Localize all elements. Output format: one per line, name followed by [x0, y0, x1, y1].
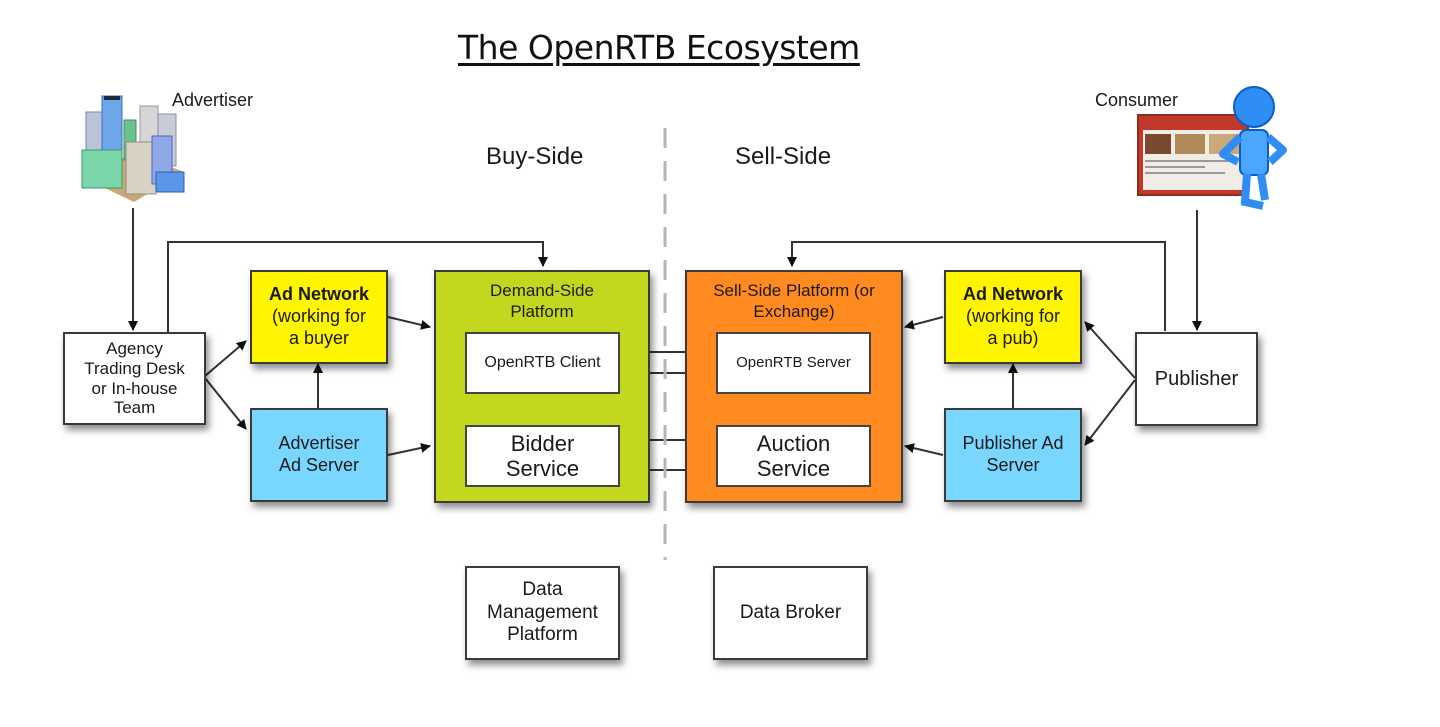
page-title: The OpenRTB Ecosystem	[458, 28, 860, 67]
buildings-icon	[81, 95, 185, 202]
dmp-line: Data	[522, 578, 563, 600]
publisher-ad-server-line: Publisher Ad	[962, 433, 1064, 454]
bidder-service-line: Service	[505, 456, 580, 481]
arrow-adserver-dsp	[387, 442, 431, 456]
ad-network-buyer-node[interactable]: Ad Network (working for a buyer	[250, 270, 388, 364]
ad-network-buyer-line: (working for	[271, 306, 366, 327]
auction-service-line: Service	[756, 456, 831, 481]
bidder-service-line: Bidder	[510, 430, 575, 456]
advertiser-ad-server-line: Ad Server	[278, 455, 360, 475]
ad-network-buyer-line: a buyer	[288, 327, 350, 348]
agency-line: Agency	[106, 339, 163, 359]
advertiser-ad-server-line: Advertiser	[278, 433, 360, 454]
advertiser-ad-server-node[interactable]: Advertiser Ad Server	[250, 408, 388, 502]
data-broker-label: Data Broker	[739, 602, 842, 624]
agency-line: Team	[113, 398, 156, 418]
arrow-adnetwork-dsp	[387, 316, 431, 330]
publisher-node[interactable]: Publisher	[1135, 332, 1258, 426]
arrow-publisher-adnetwork	[1084, 321, 1136, 379]
agency-line: or In-house	[91, 378, 178, 398]
ad-network-pub-line: a pub)	[987, 327, 1039, 348]
arrow-agency-adserver	[204, 377, 247, 430]
openrtb-server-node[interactable]: OpenRTB Server	[716, 332, 871, 394]
publisher-ad-server-line: Server	[986, 455, 1040, 475]
arrow-pubadserver-ssp	[904, 443, 944, 456]
ad-network-buyer-title: Ad Network	[268, 284, 369, 305]
ad-network-pub-line: (working for	[965, 306, 1060, 327]
consumer-icon	[1137, 86, 1287, 210]
arrow-publisher-adserver	[1084, 379, 1136, 446]
auction-service-line: Auction	[756, 430, 831, 456]
openrtb-client-node[interactable]: OpenRTB Client	[465, 332, 620, 394]
ad-network-pub-title: Ad Network	[962, 284, 1063, 305]
agency-node[interactable]: Agency Trading Desk or In-house Team	[63, 332, 206, 425]
dmp-node[interactable]: Data Management Platform	[465, 566, 620, 660]
publisher-label: Publisher	[1154, 367, 1239, 390]
dmp-line: Management	[487, 601, 598, 623]
dsp-title-line: Platform	[510, 301, 574, 321]
ssp-title-line: Sell-Side Platform (or	[713, 281, 875, 300]
buy-side-label: Buy-Side	[486, 143, 584, 170]
openrtb-client-label: OpenRTB Client	[484, 354, 601, 372]
dmp-line: Platform	[507, 624, 578, 646]
ad-network-pub-node[interactable]: Ad Network (working for a pub)	[944, 270, 1082, 364]
dsp-title-line: Demand-Side	[490, 281, 594, 300]
bidder-service-node[interactable]: Bidder Service	[465, 425, 620, 487]
ssp-title-line: Exchange)	[753, 301, 835, 321]
arrow-adnetwork-ssp	[904, 316, 944, 330]
arrow-agency-adnetwork	[204, 340, 247, 377]
auction-service-node[interactable]: Auction Service	[716, 425, 871, 487]
publisher-ad-server-node[interactable]: Publisher Ad Server	[944, 408, 1082, 502]
openrtb-server-label: OpenRTB Server	[736, 353, 851, 371]
sell-side-label: Sell-Side	[735, 143, 832, 170]
data-broker-node[interactable]: Data Broker	[713, 566, 868, 660]
agency-line: Trading Desk	[84, 358, 185, 378]
